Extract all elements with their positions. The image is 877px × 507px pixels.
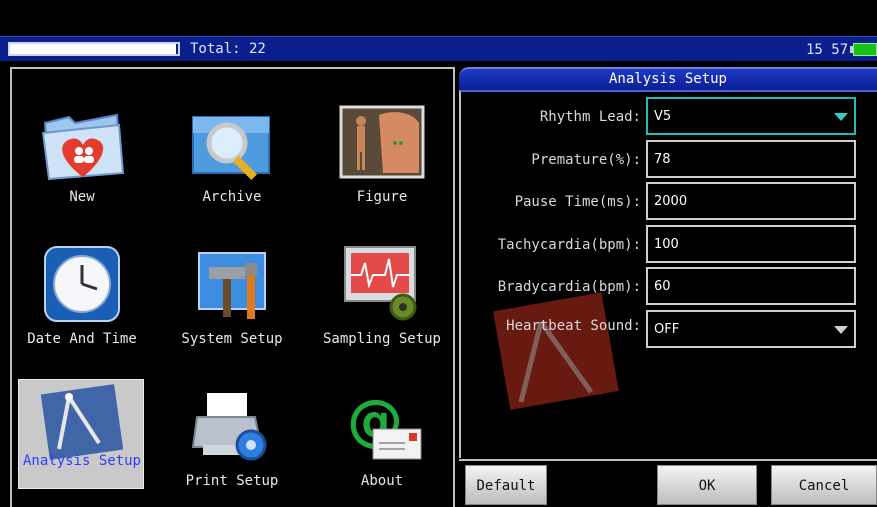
menu-item-about[interactable]: @ About	[312, 363, 452, 493]
clock-time: 15 57	[806, 42, 849, 58]
bradycardia-input[interactable]: 60	[646, 267, 856, 305]
menu-label-date-and-time: Date And Time	[27, 331, 137, 347]
figure-body-icon	[339, 105, 425, 179]
heartbeat-sound-dropdown[interactable]: OFF	[646, 310, 856, 348]
pause-time-value: 2000	[654, 194, 688, 209]
row-tachycardia: Tachycardia(bpm): 100	[461, 225, 877, 265]
pause-time-label: Pause Time(ms):	[514, 194, 641, 210]
chevron-down-icon	[834, 113, 848, 121]
menu-item-system-setup[interactable]: System Setup	[162, 221, 302, 351]
menu-label-figure: Figure	[356, 189, 408, 205]
heartbeat-sound-label: Heartbeat Sound:	[506, 318, 641, 334]
chevron-down-icon	[834, 326, 848, 334]
menu-label-analysis-setup: Analysis Setup	[22, 453, 141, 469]
pause-time-input[interactable]: 2000	[646, 182, 856, 220]
menu-item-figure[interactable]: Figure	[312, 79, 452, 209]
premature-value: 78	[654, 152, 671, 167]
menu-label-print-setup: Print Setup	[185, 473, 279, 489]
compass-blueprint-icon	[40, 384, 124, 460]
menu-label-about: About	[360, 473, 404, 489]
menu-item-print-setup[interactable]: Print Setup	[162, 363, 302, 493]
top-black-band	[0, 0, 877, 36]
panel-body: Rhythm Lead: V5 Premature(%): 78 Pause T…	[459, 90, 877, 458]
cancel-button[interactable]: Cancel	[771, 465, 877, 505]
new-folder-heart-icon	[41, 113, 125, 181]
menu-item-archive[interactable]: Archive	[162, 79, 302, 209]
tachycardia-value: 100	[654, 237, 679, 252]
menu-item-new[interactable]: New	[12, 79, 152, 209]
menu-label-system-setup: System Setup	[181, 331, 283, 347]
ok-button[interactable]: OK	[657, 465, 757, 505]
status-bar: Total: 22 15 57	[0, 36, 877, 62]
tools-icon	[198, 252, 266, 319]
panel-title: Analysis Setup	[459, 67, 877, 90]
battery-icon	[850, 43, 877, 56]
analysis-setup-panel: Analysis Setup Rhythm Lead: V5 Premature…	[459, 67, 877, 507]
rhythm-lead-value: V5	[654, 109, 672, 124]
row-rhythm-lead: Rhythm Lead: V5	[461, 97, 877, 137]
clock-icon	[44, 246, 120, 322]
rhythm-lead-label: Rhythm Lead:	[539, 109, 641, 125]
tachycardia-label: Tachycardia(bpm):	[497, 237, 641, 253]
heartbeat-sound-value: OFF	[654, 322, 680, 337]
menu-label-archive: Archive	[202, 189, 262, 205]
row-bradycardia: Bradycardia(bpm): 60	[461, 267, 877, 307]
progress-bar	[8, 42, 180, 56]
bradycardia-value: 60	[654, 279, 671, 294]
total-count: Total: 22	[190, 41, 266, 57]
menu-item-date-and-time[interactable]: Date And Time	[12, 221, 152, 351]
row-pause-time: Pause Time(ms): 2000	[461, 182, 877, 222]
row-premature: Premature(%): 78	[461, 140, 877, 180]
menu-item-analysis-setup[interactable]: Analysis Setup	[12, 369, 152, 499]
premature-label: Premature(%):	[531, 152, 641, 168]
menu-label-sampling-setup: Sampling Setup	[322, 331, 441, 347]
main-menu-panel: New Archive Figure Date And Time System …	[10, 67, 455, 507]
bradycardia-label: Bradycardia(bpm):	[497, 279, 641, 295]
at-envelope-icon: @	[347, 388, 422, 460]
tachycardia-input[interactable]: 100	[646, 225, 856, 263]
printer-gear-icon	[191, 393, 267, 461]
archive-magnifier-icon	[192, 116, 270, 181]
button-bar: Default OK Cancel	[459, 459, 877, 507]
row-heartbeat-sound: Heartbeat Sound: OFF	[461, 310, 877, 350]
menu-item-sampling-setup[interactable]: Sampling Setup	[312, 221, 452, 351]
monitor-gear-icon	[344, 246, 417, 321]
premature-input[interactable]: 78	[646, 140, 856, 178]
default-button[interactable]: Default	[465, 465, 547, 505]
progress-fill	[10, 44, 177, 54]
menu-label-new: New	[69, 189, 95, 205]
rhythm-lead-dropdown[interactable]: V5	[646, 97, 856, 135]
